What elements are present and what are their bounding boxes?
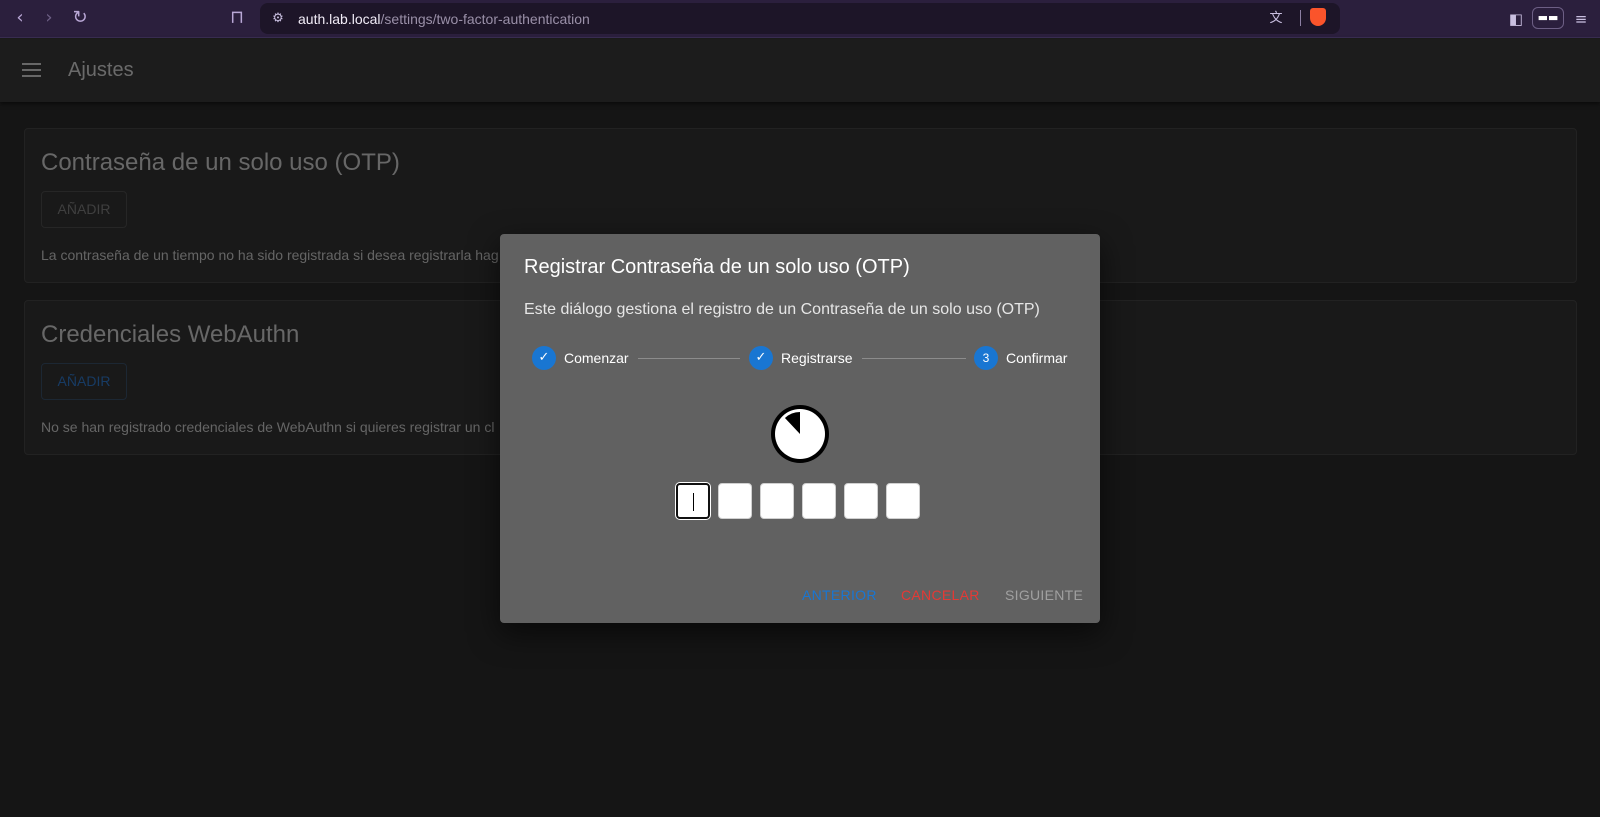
dialog-subtitle: Este diálogo gestiona el registro de un …	[524, 301, 1040, 318]
otp-digit-input[interactable]	[802, 483, 836, 519]
address-bar[interactable]: ⚙ auth.lab.local/settings/two-factor-aut…	[260, 3, 1340, 34]
browser-toolbar: ‹ › ↻ ⊓ ⚙ auth.lab.local/settings/two-fa…	[0, 0, 1600, 38]
toolbar-divider	[1300, 10, 1301, 26]
previous-button[interactable]: ANTERIOR	[802, 587, 877, 603]
otp-digit-input[interactable]	[886, 483, 920, 519]
url-text: auth.lab.local/settings/two-factor-authe…	[298, 11, 590, 27]
url-host: auth.lab.local	[298, 11, 381, 27]
check-icon: ✓	[749, 346, 773, 370]
check-icon: ✓	[532, 346, 556, 370]
step-label: Comenzar	[564, 350, 629, 366]
translate-icon[interactable]: 文	[1266, 9, 1286, 29]
browser-menu-icon[interactable]: ≡	[1570, 8, 1592, 30]
otp-digit-input[interactable]	[676, 483, 710, 519]
otp-digit-input[interactable]	[718, 483, 752, 519]
brave-shield-icon[interactable]	[1310, 8, 1326, 26]
step-label: Confirmar	[1006, 350, 1068, 366]
site-settings-icon[interactable]: ⚙	[268, 9, 288, 29]
step-connector	[638, 358, 740, 359]
otp-register-dialog: Registrar Contraseña de un solo uso (OTP…	[500, 234, 1100, 623]
step-connector	[862, 358, 966, 359]
next-button[interactable]: SIGUIENTE	[1005, 587, 1083, 603]
dialog-title: Registrar Contraseña de un solo uso (OTP…	[524, 256, 910, 278]
otp-timer-icon	[771, 405, 829, 463]
url-path: /settings/two-factor-authentication	[380, 11, 590, 27]
otp-digit-input[interactable]	[844, 483, 878, 519]
private-window-icon[interactable]: ▬▬	[1532, 7, 1564, 29]
step-number: 3	[974, 346, 998, 370]
step-label: Registrarse	[781, 350, 853, 366]
back-arrow-icon[interactable]: ‹	[9, 7, 31, 29]
bookmark-icon[interactable]: ⊓	[226, 7, 248, 29]
otp-digit-input[interactable]	[760, 483, 794, 519]
forward-arrow-icon[interactable]: ›	[38, 7, 60, 29]
sidebar-toggle-icon[interactable]: ◧	[1505, 8, 1527, 30]
reload-icon[interactable]: ↻	[69, 7, 91, 29]
cancel-button[interactable]: CANCELAR	[901, 587, 980, 603]
